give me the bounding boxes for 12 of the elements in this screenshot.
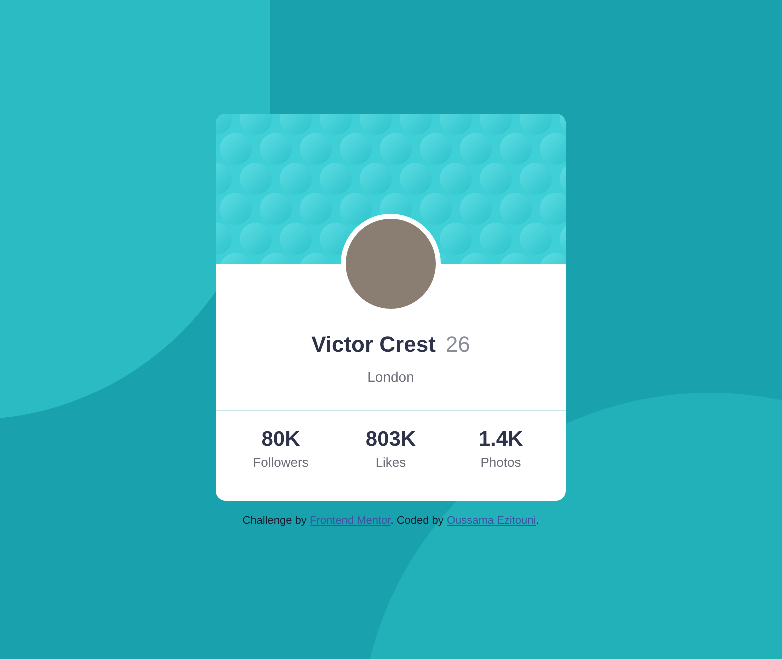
stat-value: 803K	[366, 427, 416, 453]
profile-age: 26	[446, 331, 470, 359]
stat-label: Photos	[480, 454, 522, 472]
frontend-mentor-link[interactable]: Frontend Mentor	[310, 514, 391, 527]
profile-location: London	[368, 368, 414, 387]
stat-label: Likes	[376, 454, 406, 472]
stat-value: 1.4K	[478, 427, 524, 453]
profile-name: Victor Crest	[312, 331, 436, 359]
attribution-text: Challenge by Frontend Mentor. Coded by Oussama Ezitouni.	[242, 514, 540, 529]
stat-value: 80K	[262, 427, 300, 453]
author-link[interactable]: Oussama Ezitouni	[446, 514, 536, 527]
stat-label: Followers	[253, 454, 309, 472]
